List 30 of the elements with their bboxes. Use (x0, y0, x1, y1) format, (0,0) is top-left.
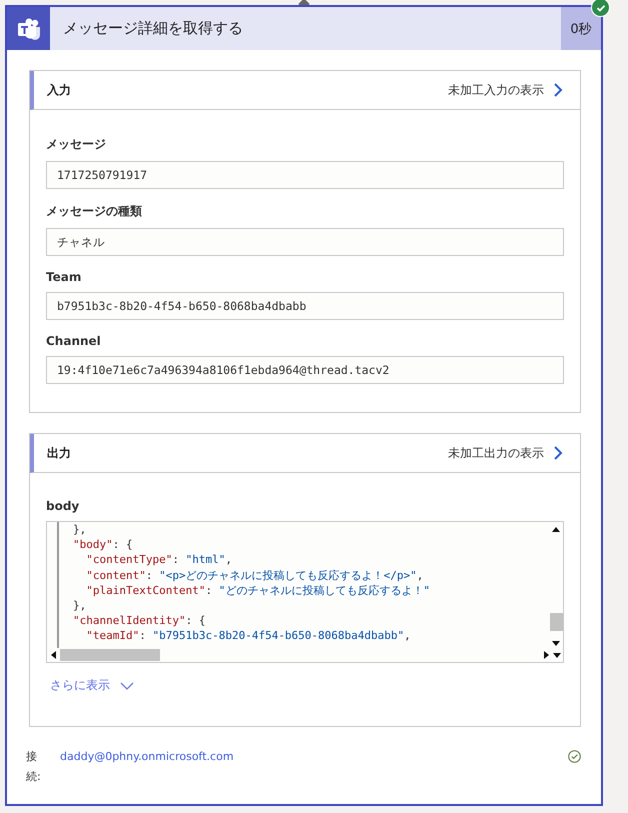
chevron-right-icon (552, 82, 564, 98)
show-more-link[interactable]: さらに表示 (50, 677, 134, 694)
value-field[interactable]: チャネル (46, 228, 564, 256)
code-line: "body": { (73, 537, 133, 552)
value-field[interactable]: 19:4f10e71e6c7a496394a8106f1ebda964@thread.tacv2 (46, 356, 564, 384)
field-label: メッセージ (46, 136, 107, 153)
chevron-right-icon (552, 445, 564, 461)
code-line: "content": "<p>どのチャネルに投稿しても反応するよ！</p>", (85, 568, 424, 583)
field-label: メッセージの種類 (46, 203, 143, 220)
field-label: Team (46, 270, 82, 284)
raw-view-link[interactable]: 未加工出力の表示 (448, 444, 564, 462)
field-label: body (46, 499, 80, 513)
code-line: }, (73, 522, 86, 538)
chevron-down-icon (120, 680, 134, 690)
field-label: Channel (46, 334, 102, 348)
value-field[interactable]: 1717250791917 (46, 161, 564, 189)
code-line: "contentType": "html", (85, 552, 232, 568)
section-title: 出力 (47, 444, 71, 462)
connection-label: 接続: (26, 749, 38, 785)
code-line: "channelIdentity": { (73, 613, 206, 628)
duration-label: 0秒 (561, 7, 601, 50)
raw-view-link[interactable]: 未加工入力の表示 (448, 82, 564, 98)
section-title: 入力 (47, 82, 71, 98)
code-line: "plainTextContent": "どのチャネルに投稿しても反応するよ！" (85, 582, 430, 598)
value-field[interactable]: b7951b3c-8b20-4f54-b650-8068ba4dbabb (46, 292, 564, 320)
code-line: }, (73, 598, 86, 614)
action-title: メッセージ詳細を取得する (62, 18, 244, 39)
account-link[interactable]: daddy@0phny.onmicrosoft.com (60, 747, 234, 767)
code-viewer[interactable]: }, "body": { "contentType": "html", "content": "<p>どのチャネルに投稿しても反応するよ！</p>", "plainTextContent": "どのチャネルに投稿しても反応するよ！" }, "channelIdentity": { "teamId": "b7951b3c-8b20-4f54-b650-8068ba4dbabb", (46, 521, 564, 663)
code-line: "teamId": "b7951b3c-8b20-4f54-b650-8068ba4dbabb", (85, 628, 411, 644)
